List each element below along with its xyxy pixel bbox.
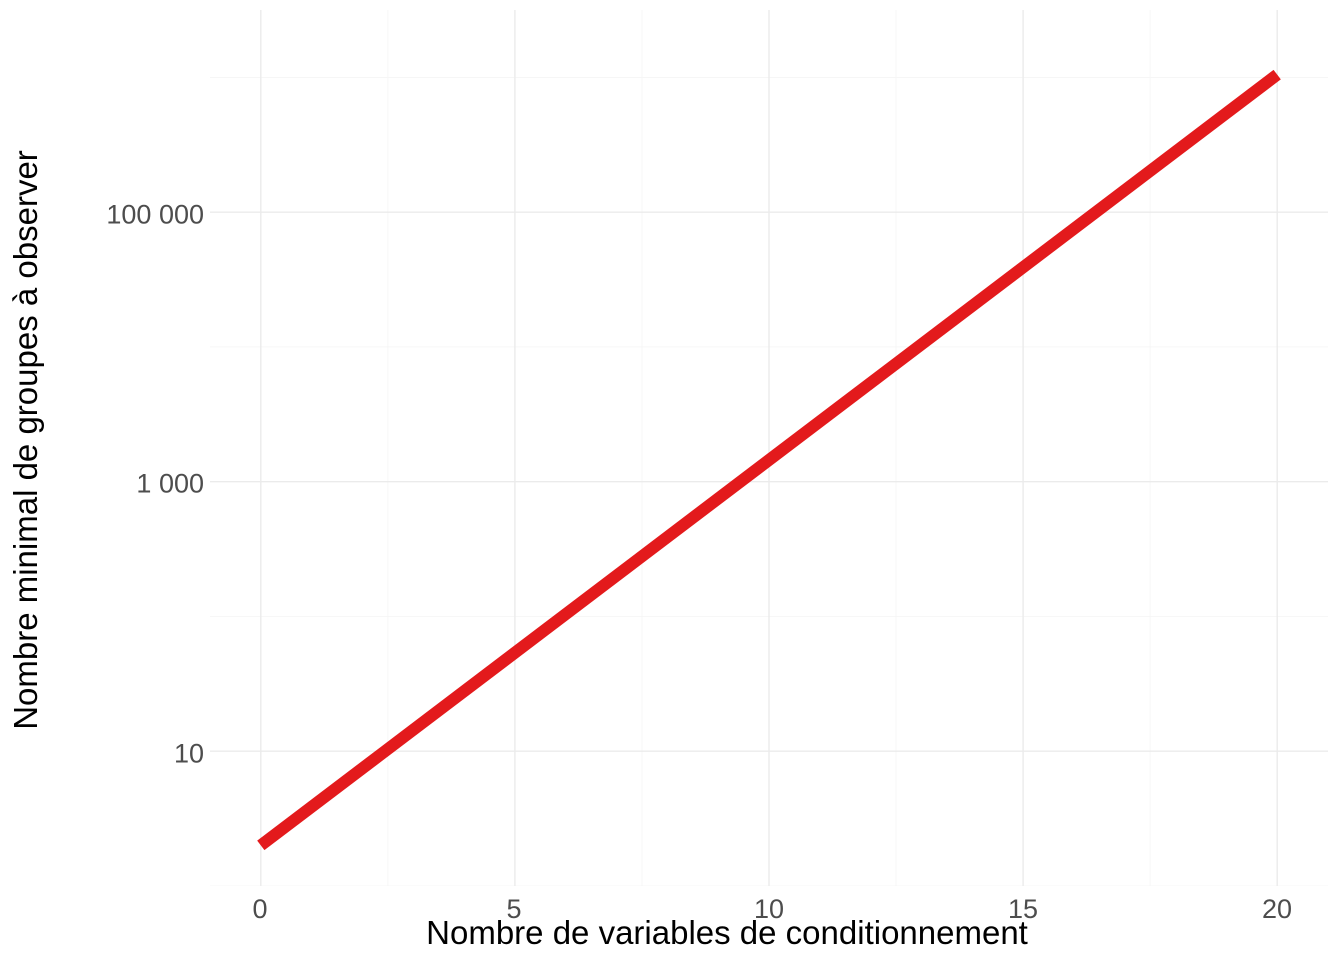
- line-chart: Nombre minimal de groupes à observer Nom…: [0, 0, 1344, 960]
- x-axis-label: Nombre de variables de conditionnement: [55, 914, 1344, 952]
- x-tick-label: 15: [1008, 894, 1038, 925]
- y-tick-label: 1 000: [136, 469, 204, 500]
- x-tick-label: 20: [1262, 894, 1292, 925]
- y-axis-label: Nombre minimal de groupes à observer: [7, 150, 45, 730]
- x-tick-label: 10: [754, 894, 784, 925]
- x-tick-label: 0: [252, 894, 267, 925]
- y-tick-label: 100 000: [106, 200, 204, 231]
- y-tick-label: 10: [174, 739, 204, 770]
- x-tick-label: 5: [506, 894, 521, 925]
- plot-panel: [210, 10, 1328, 886]
